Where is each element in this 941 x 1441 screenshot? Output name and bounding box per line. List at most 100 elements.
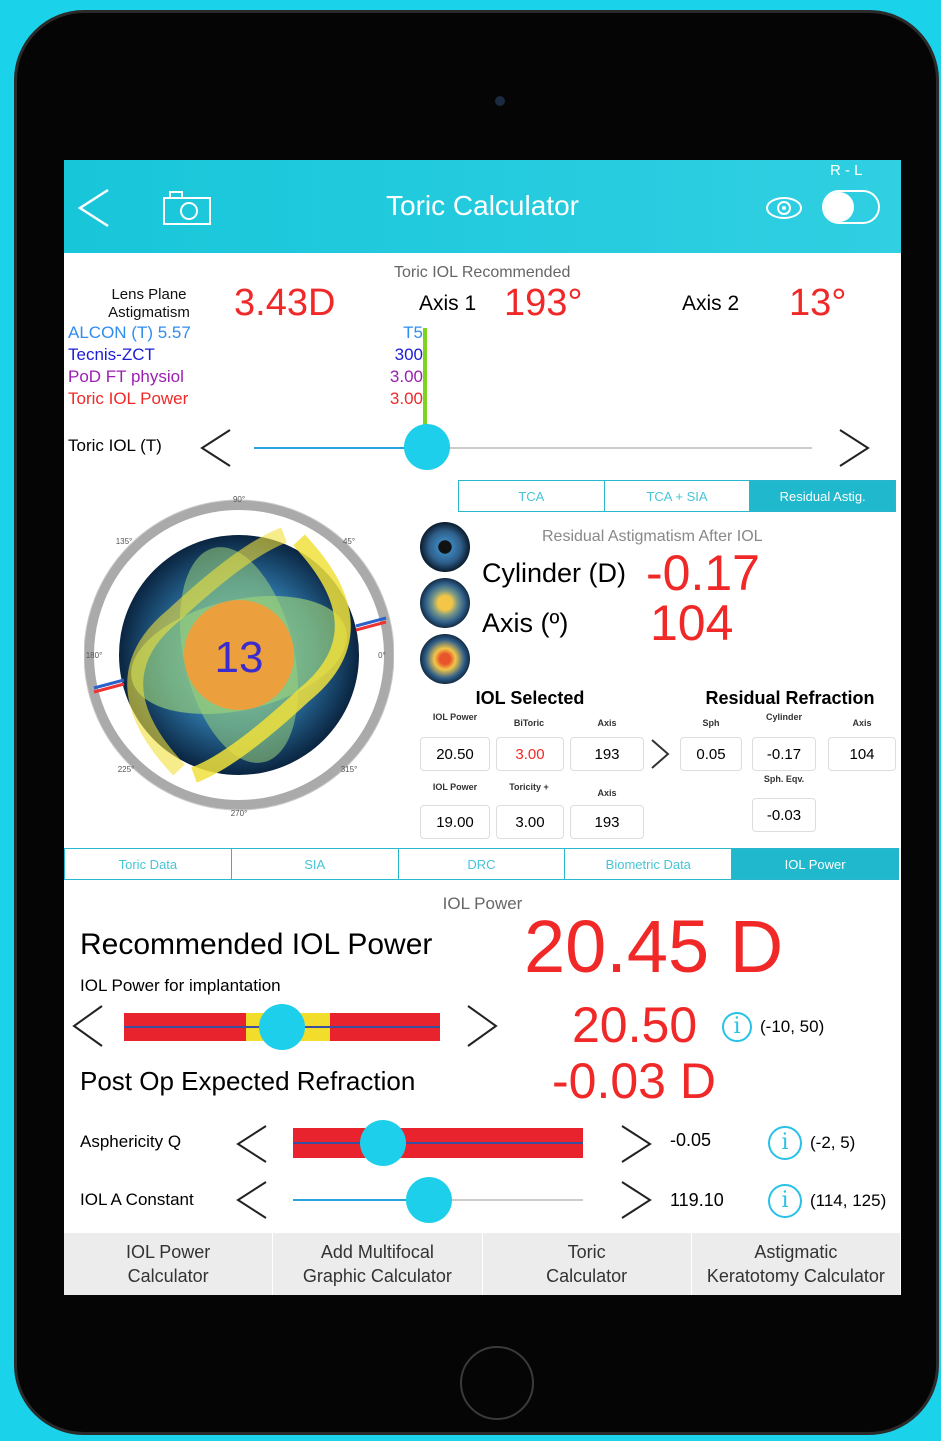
lens-plane-label: Lens Plane Astigmatism [64,286,234,322]
iol-power-slider-track[interactable] [124,1004,440,1050]
toric-slider-thumb[interactable] [403,424,450,470]
residual-sph[interactable]: 0.05 [680,737,742,771]
lens-plane-value: 3.43D [234,282,336,324]
recommended-iol-label: Recommended IOL Power [80,928,433,961]
selected-bitoric[interactable]: 3.00 [496,737,564,771]
lens-plane-label-line1: Lens Plane [111,286,187,303]
asphericity-increase-icon[interactable] [616,1122,656,1166]
tabbar-item-astigmatic[interactable]: Astigmatic Keratotomy Calculator [692,1233,901,1295]
lens-row: PoD FT physiol 3.00 [68,367,423,387]
lens-name: Toric IOL Power [68,389,189,408]
toric-recommended-label: Toric IOL Recommended [394,264,571,281]
asphericity-value: -0.05 [670,1130,712,1150]
segment-tca[interactable]: TCA [459,481,605,511]
tabbar-item-toric[interactable]: Toric Calculator [483,1233,692,1295]
segment-tca-sia[interactable]: TCA + SIA [605,481,751,511]
lens-row: ALCON (T) 5.57 T5 [68,323,423,343]
eye-side-toggle[interactable] [822,190,880,224]
axis2-label: Axis 2 [682,292,740,315]
asphericity-slider-line [293,1142,583,1144]
a-constant-decrease-icon[interactable] [232,1178,272,1222]
residual-refraction-title: Residual Refraction [705,688,875,708]
asphericity-slider-thumb[interactable] [359,1120,406,1166]
header-residual-axis: Axis [852,718,872,728]
residual-axis[interactable]: 104 [828,737,896,771]
bottom-tab-bar: IOL Power Calculator Add Multifocal Graphic… [64,1233,901,1295]
tab-biometric-data[interactable]: Biometric Data [565,849,733,879]
astig-mode-segmented: TCA TCA + SIA Residual Astig. [458,480,896,512]
header-iol-power-2: IOL Power [432,782,478,792]
alt-axis[interactable]: 193 [570,805,644,839]
toric-increase-icon[interactable] [834,426,874,470]
iol-power-decrease-icon[interactable] [68,1002,108,1050]
tick-label: 90° [233,495,245,504]
selected-iol-power[interactable]: 20.50 [420,737,490,771]
tick-label: 315° [341,765,358,774]
lens-value: T5 [403,323,423,342]
home-button[interactable] [460,1346,534,1420]
header-toricity: Toricity + [509,782,549,792]
info-icon[interactable]: i [768,1184,802,1218]
header-axis: Axis [597,718,617,728]
data-tabs-segmented: Toric Data SIA DRC Biometric Data IOL Power [64,848,899,880]
implant-value: 20.50 [572,997,698,1053]
view-lens-button[interactable] [420,578,470,628]
tick-label: 180° [86,651,103,660]
a-constant-slider-thumb[interactable] [406,1177,453,1223]
segment-residual-astig[interactable]: Residual Astig. [750,481,896,511]
asphericity-range: (-2, 5) [810,1133,856,1152]
front-camera [495,96,505,106]
iol-power-slider-thumb[interactable] [259,1004,305,1050]
a-constant-label: IOL A Constant [80,1190,194,1209]
eye-axis-diagram: 13 90° 45° 0° 315° 270° 225° 180° 135° [84,495,394,818]
tab-drc[interactable]: DRC [399,849,566,879]
asphericity-decrease-icon[interactable] [232,1122,272,1166]
alt-toricity[interactable]: 3.00 [496,805,564,839]
header-sph: Sph [702,718,720,728]
axis-value: 104 [650,595,734,651]
residual-cylinder[interactable]: -0.17 [752,737,816,771]
header-sph-eqv: Sph. Eqv. [763,774,805,784]
tick-label: 135° [116,537,133,546]
eye-center-value: 13 [215,633,264,682]
toric-decrease-icon[interactable] [196,426,236,470]
lens-row: Tecnis-ZCT 300 [68,345,423,365]
axis2-value: 13° [789,282,847,324]
implant-range: (-10, 50) [760,1017,825,1036]
info-icon[interactable]: i [768,1126,802,1160]
asphericity-label: Asphericity Q [80,1132,182,1151]
info-icon[interactable]: i [722,1012,752,1042]
asphericity-slider-track[interactable] [293,1120,583,1166]
iol-selected-title: IOL Selected [475,688,585,708]
post-op-value: -0.03 D [552,1053,716,1109]
recommended-iol-value: 20.45 D [524,905,784,988]
header-iol-power: IOL Power [432,712,478,722]
alt-iol-power[interactable]: 19.00 [420,805,490,839]
toric-slider-track[interactable] [254,424,812,470]
a-constant-slider-track[interactable] [293,1177,583,1223]
lens-name: PoD FT physiol [68,367,184,386]
tabbar-item-iol-power[interactable]: IOL Power Calculator [64,1233,274,1295]
a-constant-range: (114, 125) [810,1191,887,1210]
sph-eqv-value[interactable]: -0.03 [752,798,816,832]
header-cylinder: Cylinder [765,712,802,722]
view-eye-button[interactable] [420,522,470,572]
header-bitoric: BiToric [513,718,545,728]
lens-name: ALCON (T) 5.57 [68,323,191,342]
view-axis-button[interactable] [420,634,470,684]
selected-axis[interactable]: 193 [570,737,644,771]
lens-row: Toric IOL Power 3.00 [68,389,423,409]
tab-sia[interactable]: SIA [232,849,399,879]
implant-label: IOL Power for implantation [80,976,281,995]
a-constant-increase-icon[interactable] [616,1178,656,1222]
lens-name: Tecnis-ZCT [68,345,155,364]
iol-power-increase-icon[interactable] [462,1002,502,1050]
axis-label: Axis (º) [482,608,569,638]
tick-label: 225° [118,765,135,774]
tabbar-item-add-multifocal[interactable]: Add Multifocal Graphic Calculator [273,1233,483,1295]
tab-iol-power[interactable]: IOL Power [732,849,898,879]
lens-value: 300 [394,345,423,364]
eye-icon[interactable] [764,194,804,222]
tick-label: 45° [343,537,355,546]
tab-toric-data[interactable]: Toric Data [65,849,232,879]
